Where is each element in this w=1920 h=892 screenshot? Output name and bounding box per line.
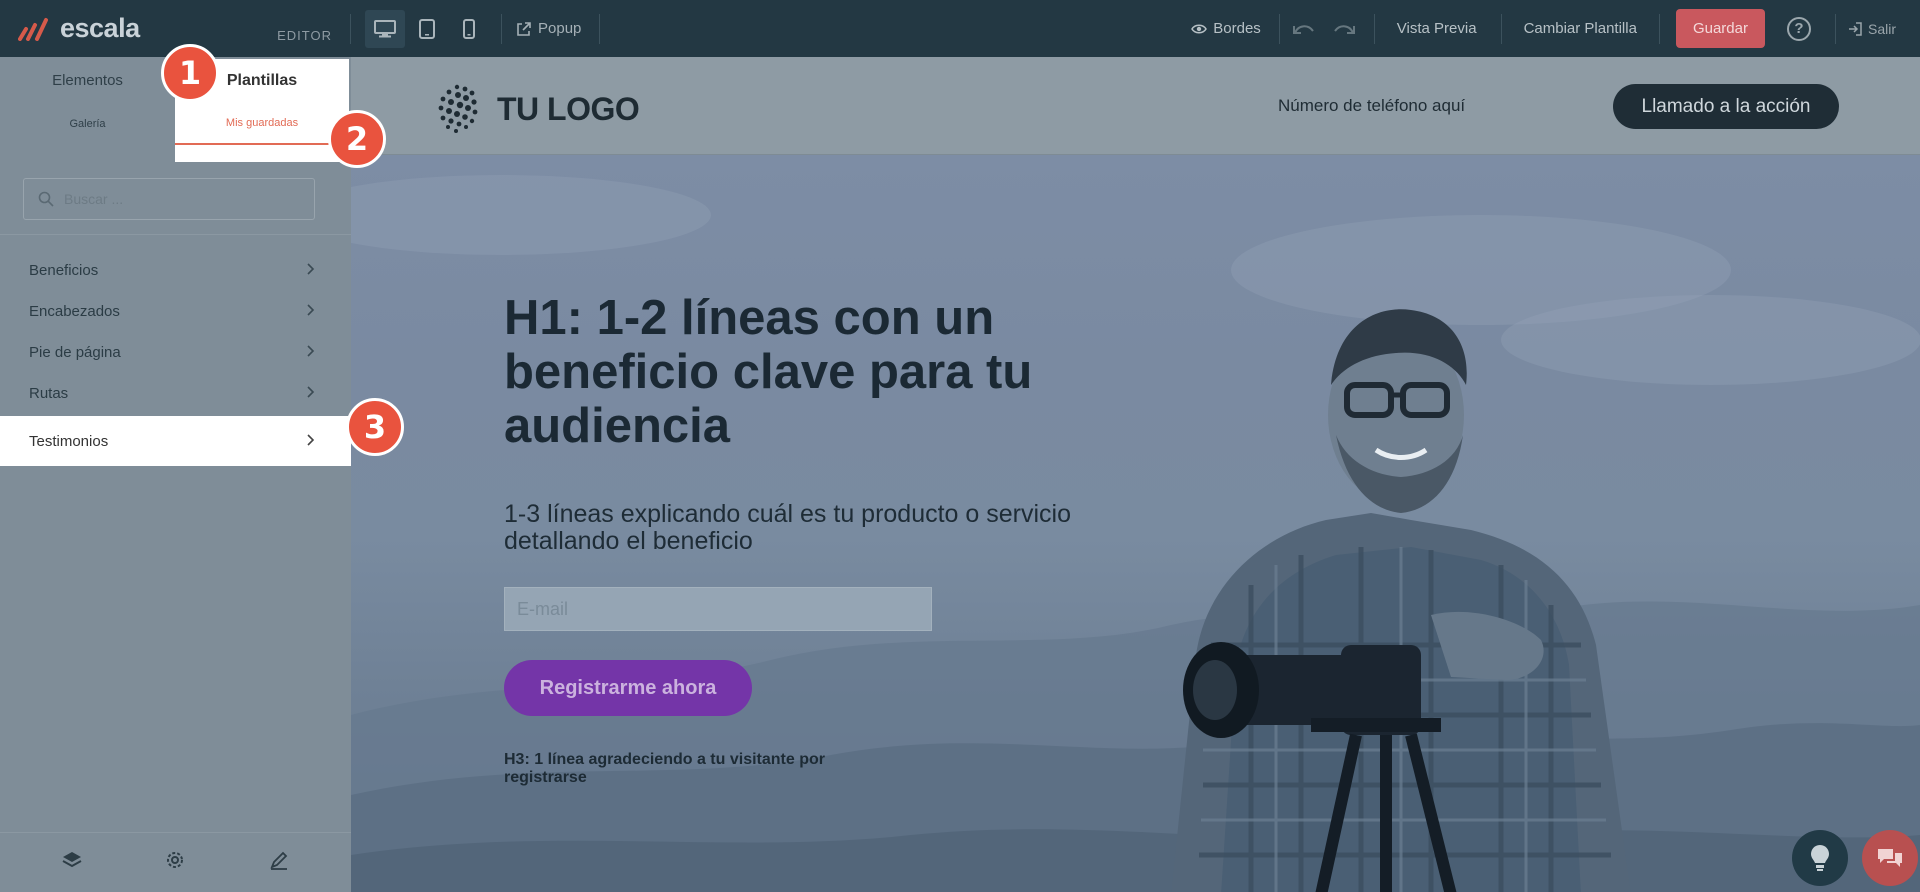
borders-toggle[interactable]: Bordes (1191, 20, 1261, 37)
escala-logo: escala (18, 13, 140, 44)
category-label: Beneficios (29, 262, 99, 279)
desktop-view-button[interactable] (365, 9, 405, 48)
phone-text: Número de teléfono aquí (1278, 96, 1466, 115)
eye-icon (1191, 24, 1208, 33)
chevron-right-icon (307, 344, 315, 361)
editor-label: EDITOR (277, 28, 332, 43)
category-item-rutas[interactable]: Rutas (0, 373, 351, 414)
save-button[interactable]: Guardar (1675, 9, 1765, 48)
search-icon (38, 191, 54, 207)
photographer-image (1171, 309, 1631, 892)
change-template-label: Cambiar Plantilla (1523, 20, 1637, 37)
category-label: Encabezados (29, 303, 120, 320)
search-area (0, 160, 351, 235)
redo-icon (1333, 24, 1355, 34)
sidebar-footer (0, 832, 351, 892)
register-button[interactable]: Registrarme ahora (504, 660, 752, 716)
hero-heading[interactable]: H1: 1-2 líneas con un beneficio clave pa… (504, 291, 1064, 453)
editor-canvas: TU LOGO Número de teléfono aquí Llamado … (351, 57, 1920, 892)
subtab-mis-guardadas[interactable]: Mis guardadas (175, 103, 349, 145)
tab-elementos[interactable]: Elementos (0, 57, 175, 103)
category-label: Pie de página (29, 344, 121, 361)
undo-button[interactable] (1292, 22, 1316, 36)
landing-header[interactable]: TU LOGO Número de teléfono aquí Llamado … (351, 57, 1920, 155)
redo-button[interactable] (1332, 22, 1356, 36)
divider (1834, 13, 1836, 44)
step-badge-3: 3 (346, 398, 404, 456)
exit-button[interactable]: Salir (1848, 21, 1896, 37)
divider (599, 13, 601, 44)
category-item-testimonios[interactable]: Testimonios (0, 416, 351, 466)
layers-icon[interactable] (61, 850, 83, 875)
chevron-right-icon (307, 262, 315, 279)
editor-app: escala EDITOR Popup Bordes Vista Previa … (0, 0, 1920, 892)
chevron-right-icon (307, 303, 315, 320)
cta-button[interactable]: Llamado a la acción (1613, 84, 1839, 129)
desktop-icon (374, 19, 396, 37)
divider (1373, 13, 1375, 44)
change-template-button[interactable]: Cambiar Plantilla (1524, 20, 1637, 37)
email-field[interactable]: E-mail (504, 587, 932, 631)
device-switcher (363, 0, 489, 57)
landing-logo: TU LOGO (433, 81, 640, 137)
mobile-view-button[interactable] (449, 10, 489, 48)
subtab-galeria[interactable]: Galería (0, 103, 175, 145)
divider (501, 13, 502, 44)
preview-button[interactable]: Vista Previa (1397, 20, 1477, 37)
chat-icon (1878, 849, 1902, 867)
category-label: Rutas (29, 385, 69, 402)
category-list: Beneficios Encabezados Pie de página Rut… (0, 250, 351, 466)
top-toolbar: escala EDITOR Popup Bordes Vista Previa … (0, 0, 1920, 57)
preview-label: Vista Previa (1396, 20, 1477, 37)
exit-icon (1848, 21, 1862, 36)
escala-logo-icon (18, 17, 48, 41)
hero-section[interactable]: H1: 1-2 líneas con un beneficio clave pa… (351, 155, 1920, 892)
lightbulb-icon (1811, 845, 1829, 871)
chevron-right-icon (307, 385, 315, 402)
category-item-pie-de-pagina[interactable]: Pie de página (0, 332, 351, 373)
exit-label: Salir (1867, 20, 1896, 37)
tablet-icon (419, 18, 435, 39)
category-label: Testimonios (29, 432, 109, 450)
undo-icon (1292, 24, 1314, 34)
popup-label: Popup (538, 20, 582, 37)
mobile-icon (463, 18, 475, 39)
external-link-icon (517, 21, 531, 36)
gear-icon[interactable] (164, 849, 186, 876)
category-item-encabezados[interactable]: Encabezados (0, 291, 351, 332)
dots-logo-icon (438, 84, 478, 133)
chat-button[interactable] (1862, 830, 1918, 886)
divider (1658, 13, 1660, 44)
hero-subtitle[interactable]: 1-3 líneas explicando cuál es tu product… (504, 501, 1144, 555)
chevron-right-icon (307, 433, 315, 450)
brand-name: escala (60, 13, 140, 43)
toolbar-right: Bordes Vista Previa Cambiar Plantilla Gu… (1191, 0, 1920, 57)
step-badge-2: 2 (328, 110, 386, 168)
search-input[interactable] (64, 191, 294, 207)
pen-icon[interactable] (268, 849, 290, 876)
step-badge-1: 1 (161, 44, 219, 102)
help-icon[interactable]: ? (1786, 16, 1811, 41)
left-sidebar: Elementos Galería Plantillas Mis guardad… (0, 57, 351, 892)
borders-label: Bordes (1213, 20, 1261, 37)
divider (350, 13, 351, 44)
logo-text: TU LOGO (497, 90, 640, 127)
tips-button[interactable] (1792, 830, 1848, 886)
divider (1500, 13, 1502, 44)
thanks-heading[interactable]: H3: 1 línea agradeciendo a tu visitante … (504, 751, 884, 787)
divider (1278, 13, 1280, 44)
search-box (23, 178, 315, 220)
popup-button[interactable]: Popup (516, 20, 581, 37)
tablet-view-button[interactable] (407, 10, 447, 48)
category-item-beneficios[interactable]: Beneficios (0, 250, 351, 291)
